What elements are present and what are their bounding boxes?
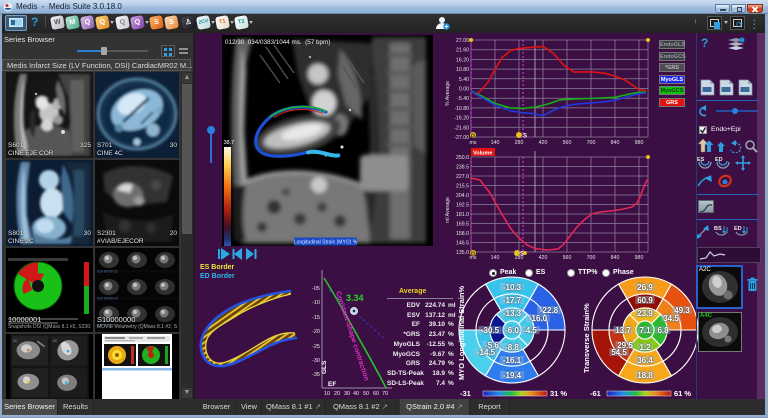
svg-text:980: 980 <box>635 140 644 146</box>
svg-text:-30: -30 <box>312 358 320 364</box>
svg-text:1.2: 1.2 <box>639 343 651 352</box>
svg-text:2C: 2C <box>13 339 18 343</box>
svg-text:10.80: 10.80 <box>456 67 469 73</box>
svg-text:20: 20 <box>334 391 340 397</box>
svg-text:34.5: 34.5 <box>663 314 679 323</box>
svg-text:146.5: 146.5 <box>456 241 469 247</box>
svg-text:250.0: 250.0 <box>456 155 469 161</box>
svg-text:158.0: 158.0 <box>456 231 469 237</box>
svg-text:280: 280 <box>515 140 524 146</box>
svg-text:S: S <box>523 134 527 140</box>
svg-text:140: 140 <box>491 255 500 260</box>
svg-text:840: 840 <box>611 140 620 146</box>
svg-text:-20: -20 <box>312 329 320 335</box>
svg-text:238.5: 238.5 <box>456 165 469 171</box>
svg-text:192.5: 192.5 <box>456 203 469 209</box>
svg-text:6.8: 6.8 <box>657 326 669 335</box>
svg-text:-17.7: -17.7 <box>503 296 522 305</box>
svg-text:-10: -10 <box>312 300 320 306</box>
svg-text:ms: ms <box>470 140 477 146</box>
svg-text:215.5: 215.5 <box>456 184 469 190</box>
svg-text:-16.0: -16.0 <box>529 314 548 323</box>
svg-text:0.0/ 00:00 L5: 0.0/ 00:00 L5 <box>97 270 117 274</box>
svg-text:-6.0: -6.0 <box>505 326 519 335</box>
svg-text:-61: -61 <box>590 389 601 398</box>
svg-text:140: 140 <box>491 140 500 146</box>
svg-text:ml Average: ml Average <box>445 197 451 223</box>
svg-text:0.00: 0.00 <box>459 87 469 93</box>
svg-text:-05: -05 <box>312 286 320 292</box>
svg-text:-10.80: -10.80 <box>454 106 469 112</box>
svg-text:GLS: GLS <box>321 360 328 374</box>
svg-text:13.7: 13.7 <box>615 326 631 335</box>
svg-text:-25: -25 <box>312 344 320 350</box>
svg-text:181.0: 181.0 <box>456 212 469 218</box>
svg-text:31 %: 31 % <box>550 389 567 398</box>
svg-text:Transverse Strain%: Transverse Strain% <box>582 303 591 373</box>
svg-text:36.4: 36.4 <box>637 356 653 365</box>
svg-text:Volume: Volume <box>473 151 492 157</box>
svg-text:-30.5: -30.5 <box>481 326 500 335</box>
svg-text:560: 560 <box>563 140 572 146</box>
svg-text:3.34: 3.34 <box>346 293 364 303</box>
svg-text:980: 980 <box>635 255 644 260</box>
svg-text:840: 840 <box>611 255 620 260</box>
svg-text:27.00: 27.00 <box>456 38 469 44</box>
svg-text:204.0: 204.0 <box>456 193 469 199</box>
svg-text:-16.1: -16.1 <box>503 356 522 365</box>
svg-text:-19.4: -19.4 <box>503 371 522 380</box>
svg-text:50: 50 <box>363 391 369 397</box>
svg-text:26.9: 26.9 <box>637 283 653 292</box>
svg-text:-31: -31 <box>460 389 471 398</box>
svg-text:D: D <box>471 134 475 140</box>
svg-text:-14.5: -14.5 <box>477 348 496 357</box>
svg-text:38.7: 38.7 <box>224 140 235 146</box>
svg-text:420: 420 <box>539 140 548 146</box>
svg-text:16.20: 16.20 <box>456 57 469 63</box>
svg-text:Longitudinal Strain (MYO) %: Longitudinal Strain (MYO) % <box>294 240 358 246</box>
svg-text:18.8: 18.8 <box>637 371 653 380</box>
svg-text:Constant-Shape contraction: Constant-Shape contraction <box>334 290 370 381</box>
svg-text:10: 10 <box>324 391 330 397</box>
svg-text:700: 700 <box>587 255 596 260</box>
svg-text:-8.8: -8.8 <box>505 343 519 352</box>
svg-text:ED: ED <box>734 226 742 232</box>
svg-text:-21.60: -21.60 <box>454 125 469 131</box>
svg-text:5.40: 5.40 <box>459 77 469 83</box>
svg-text:70: 70 <box>382 391 388 397</box>
svg-text:BS: BS <box>714 226 722 232</box>
svg-text:-4.5: -4.5 <box>523 326 537 335</box>
svg-text:-16.20: -16.20 <box>454 116 469 122</box>
svg-text:012/30 034/0383/1044 ms. (57: 012/30 034/0383/1044 ms. (57 bpm) <box>225 39 330 46</box>
svg-text:-27.00: -27.00 <box>454 135 469 141</box>
svg-text:EF: EF <box>328 381 336 388</box>
svg-text:-15: -15 <box>312 315 320 321</box>
svg-text:D: D <box>471 252 475 258</box>
svg-text:135.0: 135.0 <box>456 250 469 256</box>
svg-text:420: 420 <box>539 255 548 260</box>
svg-text:560: 560 <box>563 255 572 260</box>
svg-text:-35: -35 <box>312 372 320 378</box>
svg-text:60: 60 <box>373 391 379 397</box>
svg-text:-5.40: -5.40 <box>457 96 469 102</box>
svg-text:54.5: 54.5 <box>611 348 627 357</box>
svg-text:-13.3: -13.3 <box>503 309 522 318</box>
svg-text:700: 700 <box>587 140 596 146</box>
svg-text:4C: 4C <box>53 339 58 343</box>
svg-text:61 %: 61 % <box>674 389 691 398</box>
svg-text:-10.3: -10.3 <box>503 283 522 292</box>
svg-text:23.9: 23.9 <box>637 309 653 318</box>
svg-text:40: 40 <box>353 391 359 397</box>
svg-text:MYO Longitudinal Strain%: MYO Longitudinal Strain% <box>457 286 466 380</box>
svg-text:% Average: % Average <box>445 81 451 106</box>
svg-text:227.0: 227.0 <box>456 174 469 180</box>
svg-text:21.60: 21.60 <box>456 48 469 54</box>
svg-text:30: 30 <box>344 391 350 397</box>
svg-text:7.1: 7.1 <box>639 326 651 335</box>
svg-text:169.5: 169.5 <box>456 222 469 228</box>
svg-text:60.9: 60.9 <box>637 296 653 305</box>
